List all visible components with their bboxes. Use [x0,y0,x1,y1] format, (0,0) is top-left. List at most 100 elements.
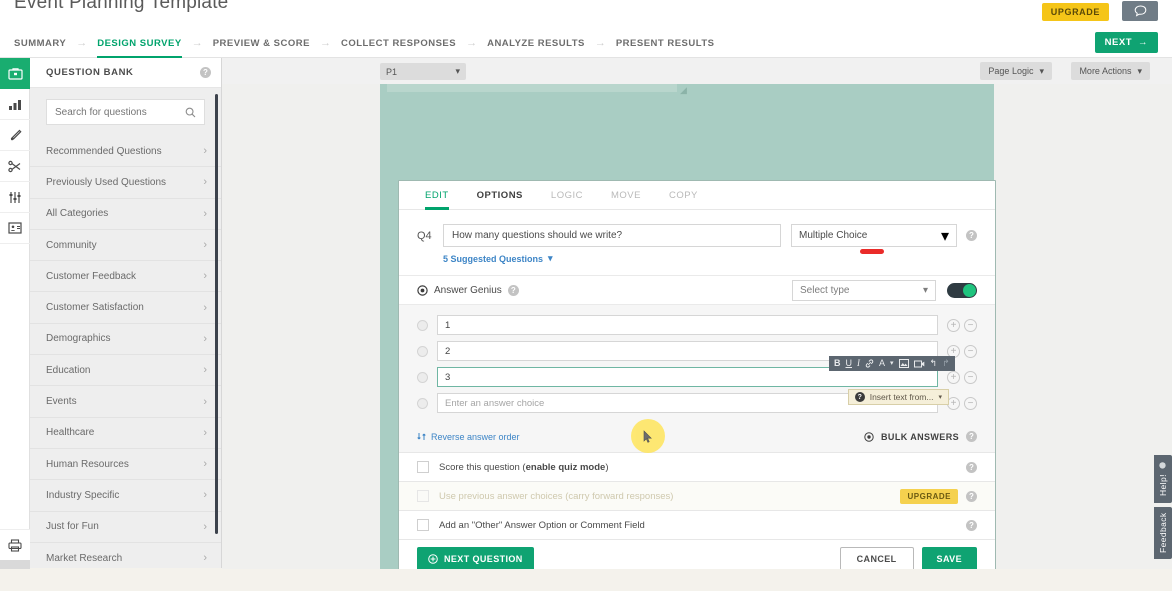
undo-icon[interactable]: ↰ [930,359,938,368]
next-question-button[interactable]: NEXT QUESTION [417,546,534,571]
other-answer-help-icon[interactable]: ? [966,519,977,531]
add-answer-icon[interactable]: + [947,318,960,332]
carry-forward-help-icon[interactable]: ? [966,490,977,502]
upgrade-button[interactable]: UPGRADE [1041,3,1109,21]
category-label: Human Resources [46,458,129,470]
category-item-healthcare[interactable]: Healthcare › [30,418,221,449]
bulk-answers-help-icon[interactable]: ? [966,431,977,442]
other-answer-checkbox[interactable] [417,519,429,531]
carry-forward-upgrade-badge[interactable]: UPGRADE [900,488,958,504]
nav-item-design-survey[interactable]: DESIGN SURVEY [97,28,183,58]
answer-input[interactable] [437,315,938,335]
text-color-icon[interactable]: A [879,359,885,368]
category-item-customer-feedback[interactable]: Customer Feedback › [30,261,221,293]
print-button[interactable] [0,529,30,560]
category-label: All Categories [46,208,109,220]
category-item-events[interactable]: Events › [30,386,221,418]
answer-radio-icon[interactable] [417,397,428,409]
tab-logic[interactable]: LOGIC [551,181,583,210]
rail-item-theme[interactable] [0,120,30,151]
answer-row-focused: + − B U I A ▾ [417,356,977,387]
page-logic-button[interactable]: Page Logic ▾ [980,62,1052,80]
search-input[interactable] [55,106,185,118]
link-icon[interactable] [865,359,874,368]
nav-item-preview-score[interactable]: PREVIEW & SCORE [213,28,310,58]
option-left: Add an "Other" Answer Option or Comment … [417,519,645,531]
underline-icon[interactable]: U [846,359,853,368]
rail-item-logic[interactable] [0,151,30,182]
score-question-label: Score this question (enable quiz mode) [439,462,609,473]
remove-answer-icon[interactable]: − [964,318,977,332]
category-item-customer-satisfaction[interactable]: Customer Satisfaction › [30,292,221,324]
video-icon[interactable] [913,360,925,368]
plus-circle-icon [428,553,438,564]
rail-item-settings[interactable] [0,182,30,213]
category-item-recommended-questions[interactable]: Recommended Questions › [30,136,221,168]
add-answer-icon[interactable]: + [947,370,960,384]
score-question-help-icon[interactable]: ? [966,461,977,473]
tab-move[interactable]: MOVE [611,181,641,210]
more-actions-button[interactable]: More Actions ▾ [1071,62,1150,80]
question-type-help-icon[interactable]: ? [966,230,977,241]
next-question-label: NEXT QUESTION [444,553,523,564]
chevron-down-icon: ▾ [548,253,553,263]
rail-item-charts[interactable] [0,89,30,120]
remove-answer-icon[interactable]: − [964,370,977,384]
nav-item-analyze-results[interactable]: ANALYZE RESULTS [487,28,585,58]
tab-options[interactable]: OPTIONS [477,181,523,210]
cancel-button[interactable]: CANCEL [839,546,914,571]
category-item-previously-used-questions[interactable]: Previously Used Questions › [30,167,221,199]
answer-genius-toggle[interactable] [947,282,977,298]
editor-tabs: EDIT OPTIONS LOGIC MOVE COPY [399,181,995,210]
category-item-all-categories[interactable]: All Categories › [30,199,221,230]
suggested-questions-link[interactable]: 5 Suggested Questions ▾ [443,253,995,264]
help-tab[interactable]: Help! [1154,455,1172,503]
help-icon[interactable]: ? [200,67,211,78]
answer-radio-icon[interactable] [417,319,428,331]
nav-item-summary[interactable]: SUMMARY [14,28,66,58]
bold-icon[interactable]: B [834,359,841,368]
category-item-education[interactable]: Education › [30,355,221,387]
answer-radio-icon[interactable] [417,371,428,383]
bulk-answers-button[interactable]: BULK ANSWERS ? [864,431,977,442]
page-select[interactable]: P1 ▾ [380,63,466,80]
nav-item-present-results[interactable]: PRESENT RESULTS [616,28,715,58]
search-box[interactable] [46,99,205,125]
italic-icon[interactable]: I [857,359,860,368]
category-item-just-for-fun[interactable]: Just for Fun › [30,512,221,543]
remove-answer-icon[interactable]: − [964,396,977,410]
question-text-input[interactable] [443,224,781,247]
answer-genius-help-icon[interactable]: ? [507,284,519,296]
score-question-checkbox[interactable] [417,461,429,473]
feedback-tab[interactable]: Feedback [1154,507,1172,559]
rail-item-contacts[interactable] [0,213,30,244]
question-bank-scrollbar[interactable] [215,94,218,534]
resize-handle-icon[interactable]: ◢ [680,85,687,96]
answer-row: + − [417,315,977,335]
survey-canvas: P1 ▾ Page Logic ▾ More Actions ▾ ◢ EDIT … [222,58,1172,591]
select-type-dropdown[interactable]: Select type ▾ [792,279,936,301]
carry-forward-checkbox[interactable] [417,490,429,502]
category-label: Healthcare [46,427,95,439]
tab-edit[interactable]: EDIT [425,181,449,210]
save-button[interactable]: SAVE [921,546,977,571]
chevron-down-icon: ▾ [1039,65,1044,76]
next-button[interactable]: NEXT → [1094,32,1158,53]
insert-text-from-dropdown[interactable]: ? Insert text from... ▾ [847,389,949,405]
remove-answer-icon[interactable]: − [964,344,977,358]
app-root: Event Planning Template UPGRADE SUMMARY … [0,0,1172,591]
category-item-industry-specific[interactable]: Industry Specific › [30,480,221,512]
tab-copy[interactable]: COPY [669,181,698,210]
answer-radio-icon[interactable] [417,345,428,357]
question-type-select[interactable]: Multiple Choice ▾ [791,224,957,254]
text-color-chevron-icon[interactable]: ▾ [890,360,894,367]
chat-button[interactable] [1122,1,1158,21]
reverse-answer-order-link[interactable]: Reverse answer order [417,432,520,442]
category-item-human-resources[interactable]: Human Resources › [30,449,221,481]
image-icon[interactable] [898,359,909,368]
category-item-demographics[interactable]: Demographics › [30,324,221,356]
redo-icon[interactable]: ↱ [942,359,950,368]
category-item-community[interactable]: Community › [30,230,221,262]
nav-item-collect-responses[interactable]: COLLECT RESPONSES [341,28,456,58]
rail-item-question-bank[interactable] [0,58,30,89]
